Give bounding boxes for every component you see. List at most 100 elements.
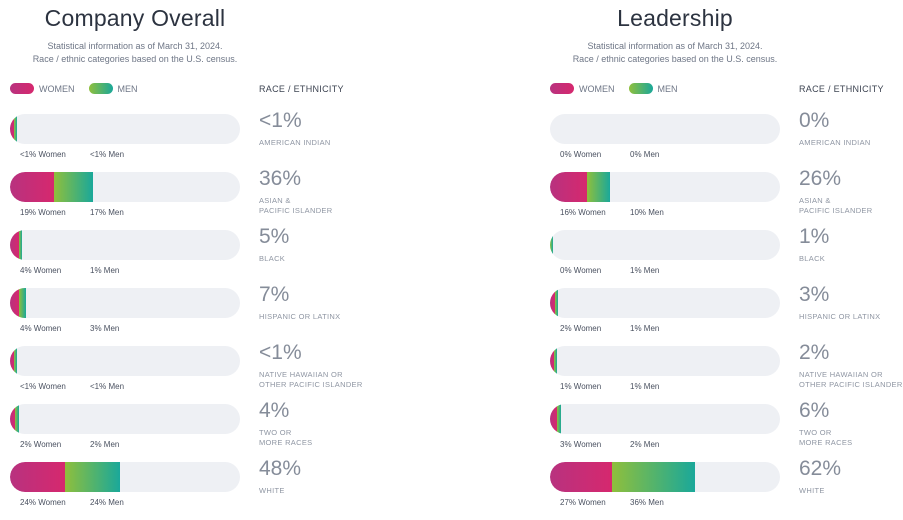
men-bar: [19, 230, 23, 260]
bar-track: [10, 230, 240, 260]
category-label: BLACK: [259, 254, 286, 263]
bar-row: 0% Women 0% Men 0% AMERICAN INDIAN: [550, 109, 903, 172]
bar-track: [10, 288, 240, 318]
men-bar: [550, 230, 553, 260]
category-label: NATIVE HAWAIIAN OR OTHER PACIFIC ISLANDE…: [799, 370, 903, 389]
bar-track: [10, 462, 240, 492]
bar-row: 4% Women 1% Men 5% BLACK: [10, 225, 450, 288]
women-value-label: 4% Women: [20, 324, 62, 333]
bar-track: [10, 346, 240, 376]
women-value-label: 24% Women: [20, 498, 66, 507]
men-bar: [53, 172, 93, 202]
men-value-label: 17% Men: [90, 208, 124, 217]
category-label: AMERICAN INDIAN: [799, 138, 871, 147]
subtitle-line: Statistical information as of March 31, …: [47, 41, 223, 51]
bar-track: [550, 462, 780, 492]
men-bar: [14, 114, 17, 144]
total-percent: 3%: [799, 283, 830, 306]
men-value-label: 0% Men: [630, 150, 660, 159]
women-bar: [10, 230, 20, 260]
total-percent: <1%: [259, 109, 302, 132]
bar-row: 2% Women 1% Men 3% HISPANIC OR LATINX: [550, 283, 903, 346]
legend: WOMEN MEN: [550, 83, 678, 94]
men-swatch: [628, 83, 653, 94]
men-value-label: 1% Men: [90, 266, 120, 275]
bar-row: 24% Women 24% Men 48% WHITE: [10, 457, 450, 520]
men-bar: [14, 404, 20, 434]
women-value-label: 19% Women: [20, 208, 66, 217]
men-bar: [554, 346, 557, 376]
legend-women-label: WOMEN: [39, 83, 75, 94]
total-percent: 62%: [799, 457, 842, 480]
bar-track: [10, 172, 240, 202]
women-bar: [10, 172, 54, 202]
total-percent: 36%: [259, 167, 302, 190]
bar-track: [550, 230, 780, 260]
category-label: ASIAN & PACIFIC ISLANDER: [799, 196, 873, 215]
total-percent: 2%: [799, 341, 830, 364]
men-value-label: 3% Men: [90, 324, 120, 333]
legend-men-label: MEN: [117, 83, 138, 94]
men-bar: [586, 172, 610, 202]
category-label: HISPANIC OR LATINX: [259, 312, 341, 321]
category-label: HISPANIC OR LATINX: [799, 312, 881, 321]
bar-row: 2% Women 2% Men 4% TWO OR MORE RACES: [10, 399, 450, 462]
legend-men-label: MEN: [657, 83, 678, 94]
leadership-panel: Leadership Statistical information as of…: [540, 0, 903, 508]
chart-title: Company Overall: [44, 5, 226, 31]
bar-track: [550, 114, 780, 144]
women-bar: [10, 462, 66, 492]
bar-track: [550, 404, 780, 434]
women-value-label: 27% Women: [560, 498, 606, 507]
race-ethnicity-header: RACE / ETHNICITY: [259, 84, 344, 94]
women-value-label: 2% Women: [560, 324, 602, 333]
bar-row: 19% Women 17% Men 36% ASIAN & PACIFIC ISLAN…: [10, 167, 450, 230]
subtitle-line: Race / ethnic categories based on the U.…: [32, 53, 238, 64]
women-value-label: 4% Women: [20, 266, 62, 275]
bar-row: 16% Women 10% Men 26% ASIAN & PACIFIC ISLAN…: [550, 167, 903, 230]
bar-row: 0% Women 1% Men 1% BLACK: [550, 225, 903, 288]
bar-row: 4% Women 3% Men 7% HISPANIC OR LATINX: [10, 283, 450, 346]
total-percent: 26%: [799, 167, 842, 190]
women-bar: [550, 172, 587, 202]
bar-track: [550, 172, 780, 202]
category-label: NATIVE HAWAIIAN OR OTHER PACIFIC ISLANDE…: [259, 370, 363, 389]
bar-track: [10, 114, 240, 144]
men-bar: [65, 462, 121, 492]
men-value-label: 10% Men: [630, 208, 664, 217]
women-bar: [550, 462, 613, 492]
subtitle-line: Statistical information as of March 31, …: [587, 41, 763, 51]
men-value-label: 36% Men: [630, 498, 664, 507]
category-label: AMERICAN INDIAN: [259, 138, 331, 147]
men-value-label: 2% Men: [630, 440, 660, 449]
category-label: TWO OR MORE RACES: [259, 428, 313, 447]
women-value-label: <1% Women: [20, 382, 66, 391]
total-percent: <1%: [259, 341, 302, 364]
chart-title: Leadership: [617, 5, 733, 31]
men-bar: [556, 404, 562, 434]
women-value-label: <1% Women: [20, 150, 66, 159]
race-ethnicity-header: RACE / ETHNICITY: [799, 84, 884, 94]
bar-row: 1% Women 1% Men 2% NATIVE HAWAIIAN OR OTHER…: [550, 341, 903, 404]
women-value-label: 1% Women: [560, 382, 602, 391]
women-swatch: [10, 83, 34, 94]
men-value-label: <1% Men: [90, 382, 125, 391]
men-value-label: <1% Men: [90, 150, 125, 159]
bar-row: 27% Women 36% Men 62% WHITE: [550, 457, 903, 520]
women-value-label: 3% Women: [560, 440, 602, 449]
bar-track: [10, 404, 240, 434]
category-label: WHITE: [259, 486, 285, 495]
men-bar: [612, 462, 695, 492]
men-value-label: 24% Men: [90, 498, 124, 507]
men-swatch: [88, 83, 113, 94]
category-label: BLACK: [799, 254, 826, 263]
total-percent: 5%: [259, 225, 290, 248]
total-percent: 4%: [259, 399, 290, 422]
women-value-label: 0% Women: [560, 150, 602, 159]
chart-subtitle: Statistical information as of March 31, …: [0, 40, 360, 65]
subtitle-line: Race / ethnic categories based on the U.…: [572, 53, 778, 64]
bar-row: 3% Women 2% Men 6% TWO OR MORE RACES: [550, 399, 903, 462]
men-value-label: 1% Men: [630, 266, 660, 275]
bar-track: [550, 288, 780, 318]
men-bar: [19, 288, 27, 318]
